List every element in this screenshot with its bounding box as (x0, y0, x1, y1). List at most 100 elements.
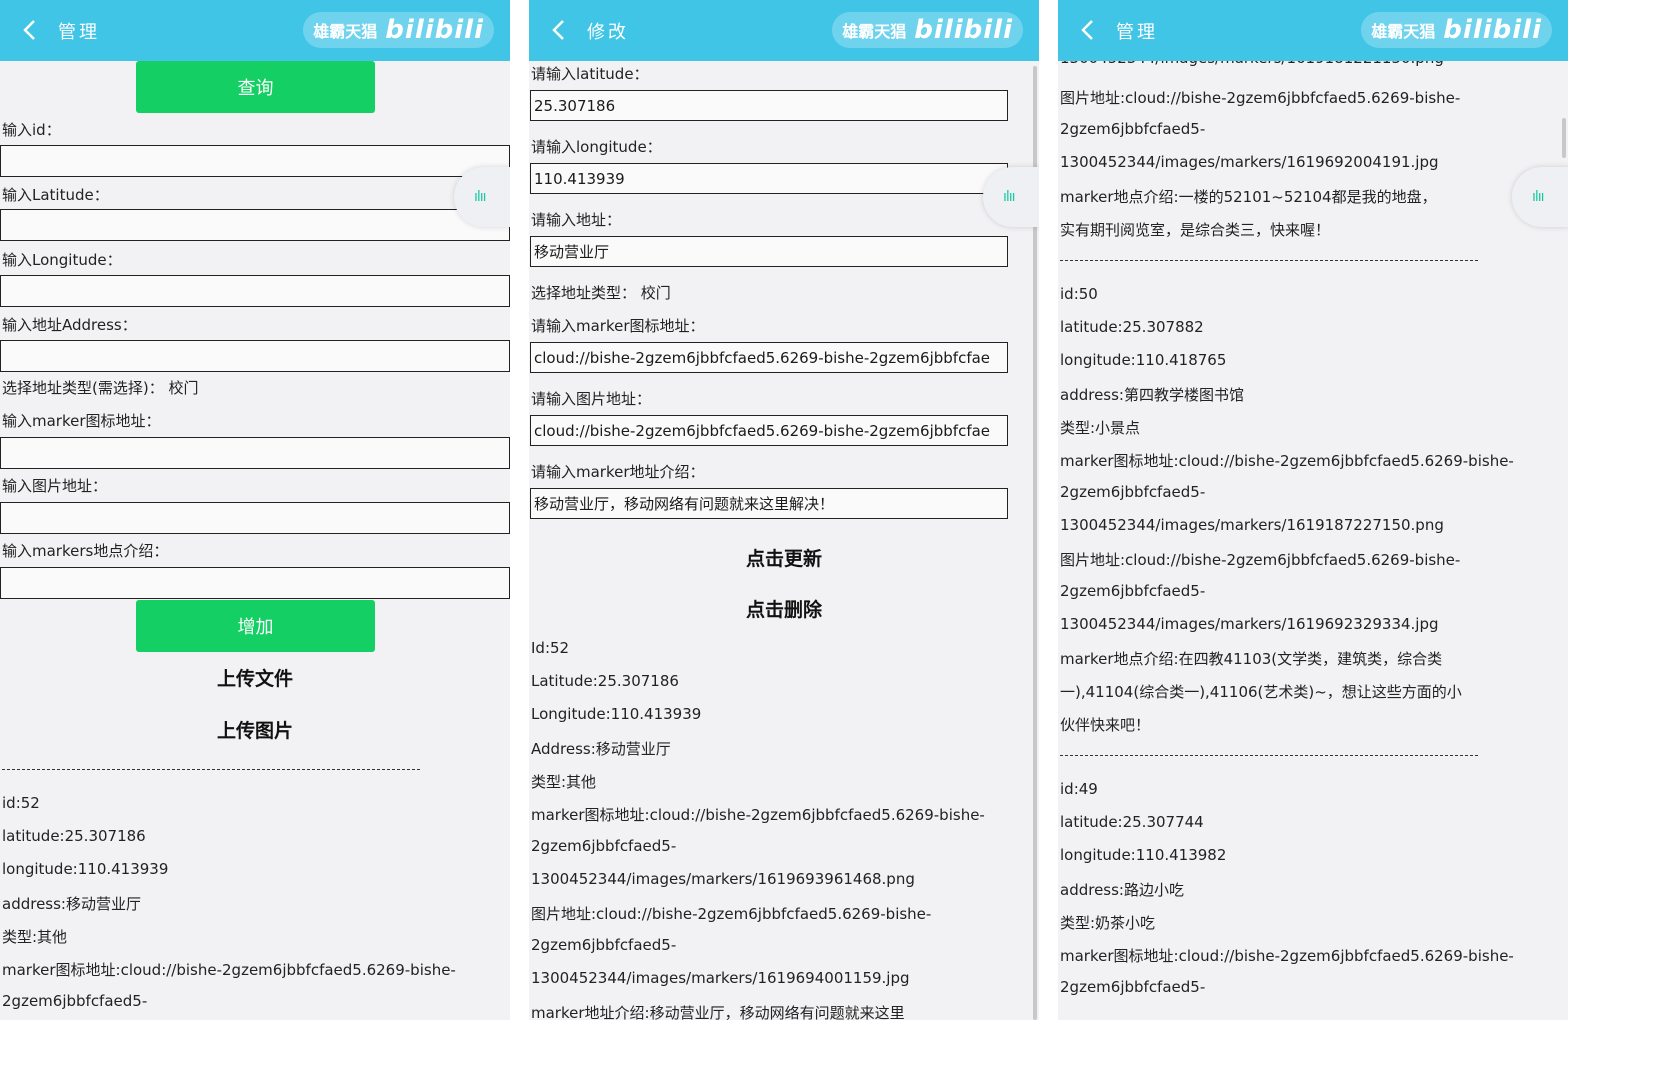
back-arrow-icon[interactable] (18, 18, 42, 42)
voice-float-button[interactable]: ılıı (983, 167, 1039, 227)
address-input[interactable]: 移动营业厅 (530, 236, 1008, 267)
longitude-label: 输入Longitude： (2, 251, 122, 269)
longitude-input[interactable] (0, 275, 510, 307)
record-line: address:路边小吃 (1060, 881, 1184, 899)
edit-screen: 修改 雄霸天猖 bilibili 请输入latitude： 25.307186 … (529, 0, 1039, 1020)
voice-float-button[interactable]: ılıı (454, 167, 510, 227)
watermark-text: 雄霸天猖 (313, 22, 378, 41)
latitude-label: 输入Latitude： (2, 186, 109, 204)
record-line: longitude:110.413982 (1060, 846, 1227, 864)
record-line: latitude:25.307744 (1060, 813, 1204, 831)
record-line: 类型:奶茶小吃 (1060, 914, 1156, 932)
record-line: id:49 (1060, 780, 1098, 798)
record-line: address:第四教学楼图书馆 (1060, 386, 1244, 404)
image-input[interactable] (0, 502, 510, 534)
marker-label: 输入marker图标地址： (2, 412, 161, 430)
nav-bar: 修改 雄霸天猖 bilibili (529, 0, 1039, 61)
screenshot-collage: 管理 雄霸天猖 bilibili 查询 输入id： 输入Latitude： 输入… (0, 0, 1568, 1020)
record-line: 2gzem6jbbfcfaed5- (1060, 582, 1206, 600)
record-line: marker图标地址:cloud://bishe-2gzem6jbbfcfaed… (1060, 452, 1514, 470)
back-arrow-icon[interactable] (1076, 18, 1100, 42)
record-line: 2gzem6jbbfcfaed5- (1060, 120, 1206, 138)
record-line: latitude:25.307882 (1060, 318, 1204, 336)
upload-image-button[interactable]: 上传图片 (0, 716, 510, 743)
record-line: 伙伴快来吧！ (1060, 716, 1151, 734)
record-longitude: longitude:110.413939 (2, 860, 169, 878)
address-label: 输入地址Address： (2, 316, 137, 334)
type-picker[interactable]: 选择地址类型： 校门 (531, 282, 671, 303)
id-label: 输入id： (2, 121, 61, 139)
marker-input[interactable]: cloud://bishe-2gzem6jbbfcfaed5.6269-bish… (530, 342, 1008, 373)
watermark-text: 雄霸天猖 (1371, 22, 1436, 41)
record-image-cont: 2gzem6jbbfcfaed5- (531, 936, 677, 954)
update-button[interactable]: 点击更新 (529, 544, 1039, 571)
record-line: id:50 (1060, 285, 1098, 303)
record-line: longitude:110.418765 (1060, 351, 1227, 369)
voice-float-button[interactable]: ılıı (1512, 167, 1568, 227)
intro-label: 输入markers地点介绍： (2, 542, 169, 560)
record-address: Address:移动营业厅 (531, 740, 671, 758)
record-list: 1300452344/images/markers/1619181221150.… (1058, 49, 1568, 1020)
nav-bar: 管理 雄霸天猖 bilibili (0, 0, 510, 61)
page-title: 修改 (587, 22, 629, 43)
intro-input[interactable] (0, 567, 510, 599)
page-title: 管理 (58, 22, 100, 43)
record-line: 图片地址:cloud://bishe-2gzem6jbbfcfaed5.6269… (1060, 89, 1461, 107)
bilibili-logo: bilibili (385, 15, 484, 45)
latitude-input[interactable]: 25.307186 (530, 90, 1008, 121)
scrollbar[interactable] (1562, 118, 1566, 158)
separator (1060, 755, 1478, 756)
record-line: 2gzem6jbbfcfaed5- (1060, 978, 1206, 996)
watermark: 雄霸天猖 bilibili (832, 12, 1023, 48)
record-address: address:移动营业厅 (2, 895, 141, 913)
record-line: 1300452344/images/markers/1619692004191.… (1060, 153, 1439, 171)
bilibili-logo: bilibili (914, 15, 1013, 45)
back-arrow-icon[interactable] (547, 18, 571, 42)
add-button[interactable]: 增加 (136, 600, 375, 652)
marker-label: 请输入marker图标地址： (531, 317, 705, 335)
longitude-label: 请输入longitude： (531, 138, 662, 156)
id-input[interactable] (0, 145, 510, 177)
record-marker: marker图标地址:cloud://bishe-2gzem6jbbfcfaed… (2, 961, 456, 979)
record-latitude: latitude:25.307186 (2, 827, 146, 845)
record-line: 一),41104(综合类一),41106(艺术类)~，想让这些方面的小 (1060, 683, 1462, 701)
record-line: 2gzem6jbbfcfaed5- (1060, 483, 1206, 501)
manage-list-screen: 1300452344/images/markers/1619181221150.… (1058, 0, 1568, 1020)
record-line: 类型:小景点 (1060, 419, 1141, 437)
page-title: 管理 (1116, 22, 1158, 43)
type-picker[interactable]: 选择地址类型(需选择)： 校门 (2, 377, 198, 398)
image-input[interactable]: cloud://bishe-2gzem6jbbfcfaed5.6269-bish… (530, 415, 1008, 446)
image-label: 输入图片地址： (2, 477, 108, 495)
record-type: 类型:其他 (2, 928, 68, 946)
record-intro: marker地址介绍:移动营业厅，移动网络有问题就来这里 (531, 1004, 905, 1020)
record-longitude: Longitude:110.413939 (531, 705, 702, 723)
address-input[interactable] (0, 340, 510, 372)
record-line: 实有期刊阅览室，是综合类三，快来喔！ (1060, 221, 1331, 239)
form-content: 请输入latitude： 25.307186 请输入longitude： 110… (529, 61, 1039, 1020)
delete-button[interactable]: 点击删除 (529, 595, 1039, 622)
intro-input[interactable]: 移动营业厅，移动网络有问题就来这里解决！ (530, 488, 1008, 519)
manage-screen: 管理 雄霸天猖 bilibili 查询 输入id： 输入Latitude： 输入… (0, 0, 510, 1020)
image-label: 请输入图片地址： (531, 390, 652, 408)
upload-file-button[interactable]: 上传文件 (0, 664, 510, 691)
record-image-path: 1300452344/images/markers/1619694001159.… (531, 969, 910, 987)
record-line: 1300452344/images/markers/1619187227150.… (1060, 516, 1444, 534)
separator (2, 769, 420, 770)
record-id: Id:52 (531, 639, 570, 657)
latitude-input[interactable] (0, 209, 510, 241)
marker-input[interactable] (0, 437, 510, 469)
latitude-label: 请输入latitude： (531, 65, 649, 83)
bilibili-logo: bilibili (1443, 15, 1542, 45)
longitude-input[interactable]: 110.413939 (530, 163, 1008, 194)
form-content: 查询 输入id： 输入Latitude： 输入Longitude： 输入地址Ad… (0, 61, 510, 1020)
voice-wave-icon: ılıı (474, 189, 487, 205)
record-type: 类型:其他 (531, 773, 597, 791)
record-marker: marker图标地址:cloud://bishe-2gzem6jbbfcfaed… (531, 806, 985, 824)
record-line: marker地点介绍:一楼的52101~52104都是我的地盘， (1060, 188, 1437, 206)
record-image: 图片地址:cloud://bishe-2gzem6jbbfcfaed5.6269… (531, 905, 932, 923)
watermark-text: 雄霸天猖 (842, 22, 907, 41)
voice-wave-icon: ılıı (1003, 189, 1016, 205)
query-button[interactable]: 查询 (136, 61, 375, 113)
record-line: 图片地址:cloud://bishe-2gzem6jbbfcfaed5.6269… (1060, 551, 1461, 569)
intro-label: 请输入marker地址介绍： (531, 463, 705, 481)
